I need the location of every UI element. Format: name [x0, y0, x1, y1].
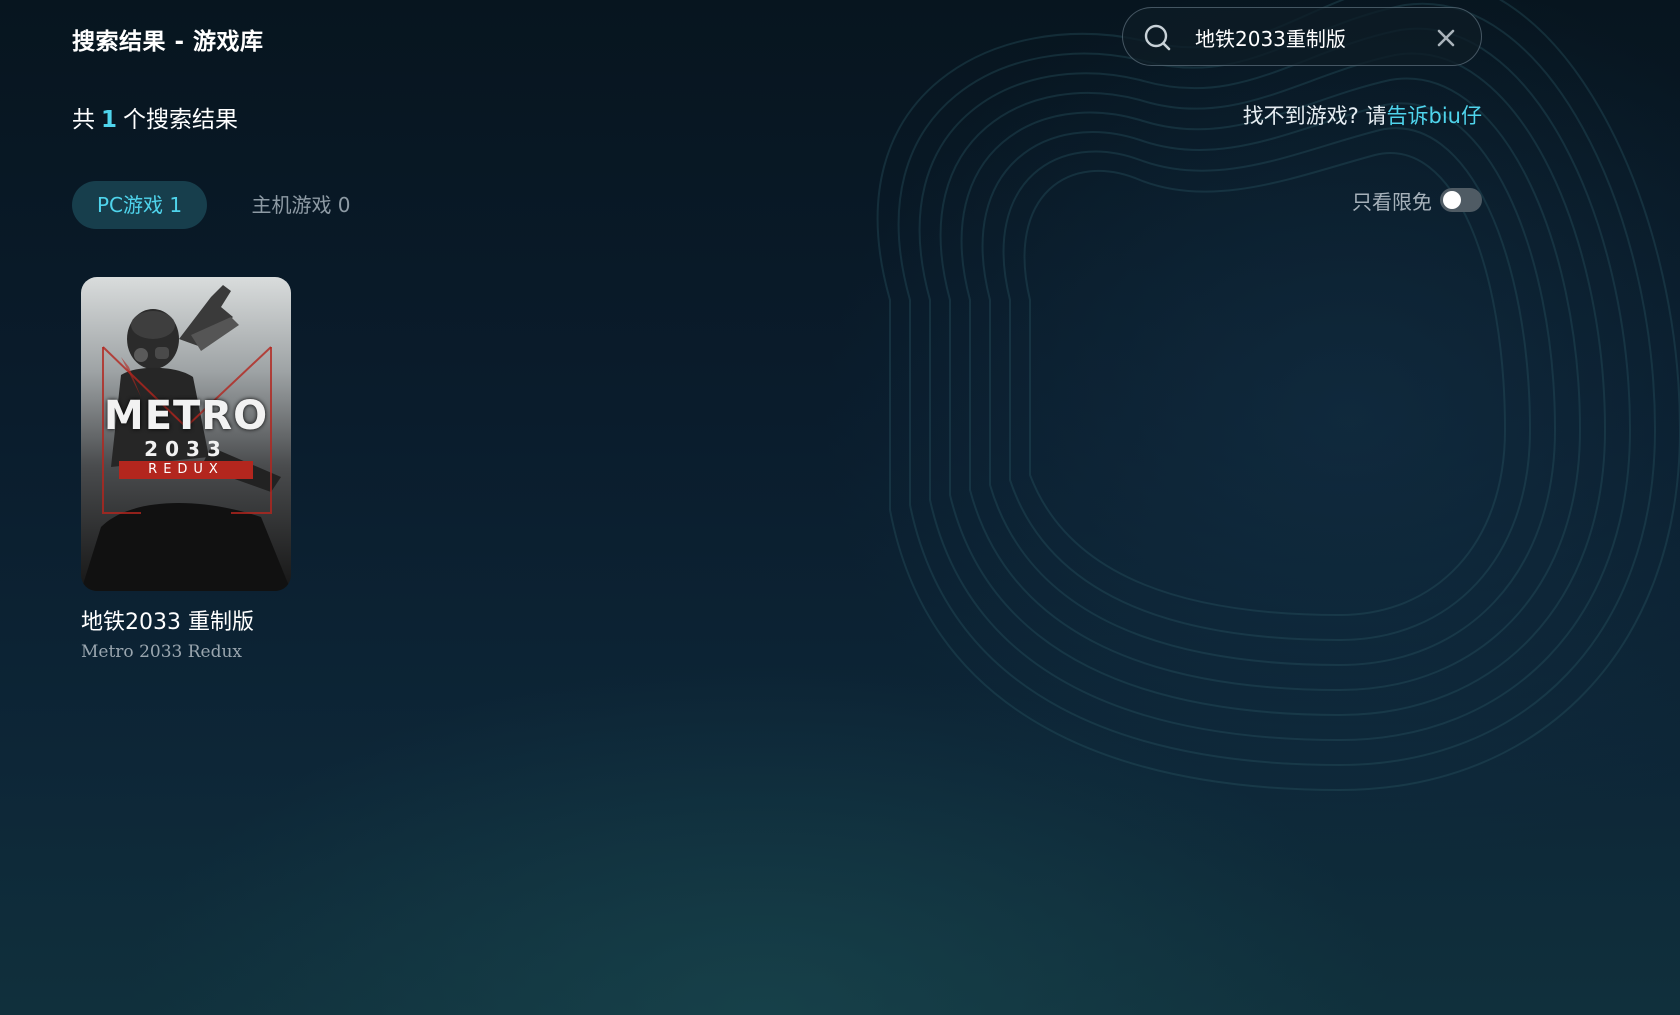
- game-subtitle: Metro 2033 Redux: [81, 642, 243, 662]
- game-cover-image[interactable]: METRO 2033 REDUX: [81, 277, 291, 591]
- cover-year: 2033: [144, 437, 228, 461]
- search-box[interactable]: [1122, 7, 1482, 66]
- free-only-toggle[interactable]: [1440, 188, 1482, 212]
- result-count-suffix: 个搜索结果: [123, 107, 239, 133]
- tab-pc-games[interactable]: PC游戏 1: [72, 181, 207, 229]
- page-title: 搜索结果 - 游戏库: [72, 29, 264, 55]
- result-count: 共 1 个搜索结果: [72, 100, 238, 134]
- tab-console-games[interactable]: 主机游戏 0: [236, 181, 366, 229]
- report-link[interactable]: 告诉biu仔: [1387, 104, 1482, 128]
- game-title[interactable]: 地铁2033 重制版: [81, 604, 291, 636]
- cover-edition: REDUX: [119, 461, 253, 479]
- close-icon[interactable]: [1437, 29, 1455, 47]
- report-missing-game: 找不到游戏? 请告诉biu仔: [1243, 100, 1482, 130]
- game-card[interactable]: METRO 2033 REDUX 地铁2033 重制版 Metro 2033 R…: [81, 277, 291, 662]
- free-only-filter: 只看限免: [1352, 186, 1482, 214]
- cover-title: METRO: [103, 393, 269, 439]
- result-count-number: 1: [101, 107, 118, 133]
- search-icon[interactable]: [1143, 23, 1173, 53]
- toggle-knob: [1443, 191, 1461, 209]
- result-count-prefix: 共: [72, 107, 95, 133]
- search-input[interactable]: [1195, 22, 1405, 52]
- free-only-label: 只看限免: [1352, 189, 1432, 214]
- report-prompt: 找不到游戏? 请: [1242, 104, 1387, 128]
